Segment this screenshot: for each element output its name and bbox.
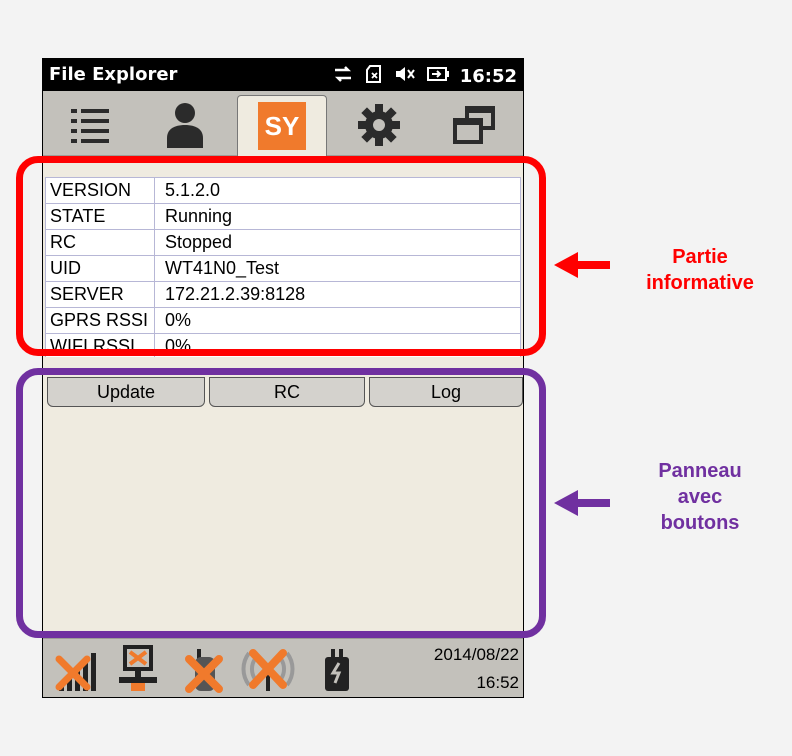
user-icon: [167, 103, 203, 148]
status-time[interactable]: 16:52: [460, 66, 517, 87]
tab-settings[interactable]: [334, 95, 424, 155]
info-highlight-box: [16, 156, 546, 356]
windows-icon: [453, 106, 495, 144]
label-line: avec: [677, 486, 723, 508]
purple-arrow-icon: [554, 490, 610, 516]
bottom-datetime: 2014/08/22 16:52: [434, 641, 519, 697]
speaker-muted-icon[interactable]: [394, 64, 416, 89]
info-annotation-label: Partie informative: [610, 244, 790, 296]
status-bar: File Explorer 16:52: [43, 59, 523, 91]
buttons-annotation-label: Panneau avec boutons: [620, 458, 780, 536]
tab-bar: SY: [43, 91, 523, 156]
label-line: Panneau: [658, 460, 742, 482]
wifi-off-icon[interactable]: [239, 645, 297, 693]
tab-user[interactable]: [140, 95, 230, 155]
sync-icon[interactable]: [332, 64, 354, 89]
signal-off-icon[interactable]: [53, 645, 101, 693]
date-text: 2014/08/22: [433, 645, 519, 664]
label-line: informative: [646, 272, 754, 294]
buttons-highlight-box: [16, 368, 546, 638]
status-icons: 16:52: [332, 64, 517, 89]
sd-card-icon[interactable]: [364, 64, 384, 89]
sy-logo: SY: [258, 102, 306, 150]
power-plug-icon[interactable]: [313, 645, 361, 693]
list-icon: [71, 109, 109, 143]
network-off-icon[interactable]: [115, 645, 163, 693]
battery-charging-icon[interactable]: [426, 64, 450, 89]
label-line: boutons: [660, 512, 740, 534]
red-arrow-icon: [554, 252, 610, 278]
tab-list[interactable]: [45, 95, 135, 155]
gps-off-icon[interactable]: [181, 645, 229, 693]
tab-windows[interactable]: [429, 95, 519, 155]
app-title: File Explorer: [49, 64, 178, 85]
bottom-status-bar: 2014/08/22 16:52: [43, 638, 523, 697]
label-line: Partie: [672, 246, 728, 268]
time-text: 16:52: [476, 673, 519, 692]
tab-sy[interactable]: SY: [237, 95, 327, 156]
gear-icon: [358, 104, 400, 146]
